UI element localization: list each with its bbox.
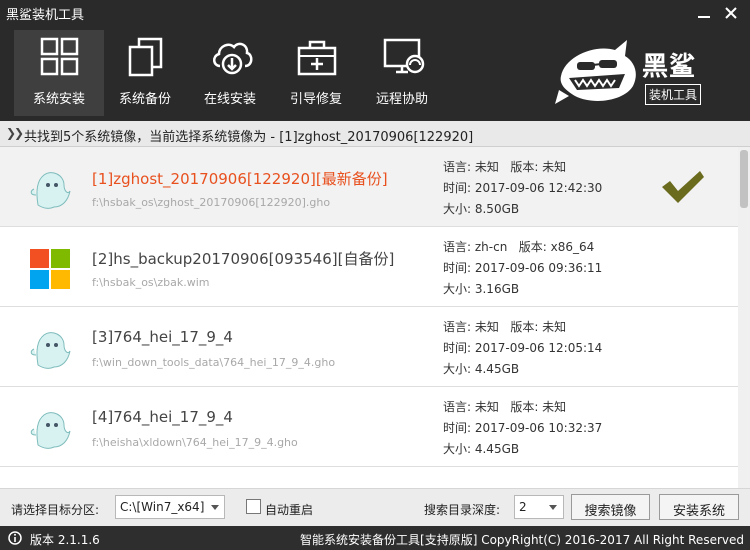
info-text: 共找到5个系统镜像，当前选择系统镜像为 - [1]zghost_20170906… bbox=[24, 130, 474, 145]
ghost-icon bbox=[30, 172, 71, 209]
monitor-headset-icon bbox=[383, 38, 425, 74]
image-name: [2]hs_backup20170906[093546][自备份] bbox=[92, 250, 395, 268]
checkmark-icon bbox=[662, 171, 704, 203]
target-partition-label: 请选择目标分区: bbox=[11, 503, 100, 517]
image-row[interactable]: [4]764_hei_17_9_4 f:\heisha\xldown\764_h… bbox=[0, 387, 738, 467]
list-scrollbar[interactable] bbox=[738, 147, 750, 488]
target-partition-value: C:\[Win7_x64] bbox=[120, 500, 205, 514]
image-size: 大小: 4.45GB bbox=[443, 362, 520, 376]
chevron-down-icon bbox=[549, 505, 557, 510]
header: 黑鲨装机工具 系统安装 系统备份 在线安装 引导修复 远程协助 黑鲨 装机工具 bbox=[0, 0, 750, 121]
chevron-down-icon bbox=[211, 505, 219, 510]
auto-restart-checkbox[interactable] bbox=[246, 499, 261, 514]
tab-remote-assist[interactable]: 远程协助 bbox=[357, 30, 447, 116]
image-path: f:\hsbak_os\zghost_20170906[122920].gho bbox=[92, 196, 331, 209]
image-row[interactable] bbox=[0, 467, 738, 488]
tab-online-install[interactable]: 在线安装 bbox=[185, 30, 275, 116]
image-lang-version: 语言: zh-cn 版本: x86_64 bbox=[443, 240, 595, 254]
toolbox-icon bbox=[297, 40, 337, 76]
brand-logo: 黑鲨 装机工具 bbox=[555, 38, 715, 110]
tab-boot-repair[interactable]: 引导修复 bbox=[271, 30, 361, 116]
status-bar: 版本 2.1.1.6 智能系统安装备份工具[支持原版] CopyRight(C)… bbox=[0, 526, 750, 550]
image-time: 时间: 2017-09-06 12:42:30 bbox=[443, 181, 603, 195]
tab-label: 远程协助 bbox=[375, 92, 428, 107]
windows-tiles-icon bbox=[40, 37, 79, 76]
ghost-icon bbox=[30, 412, 71, 449]
tab-system-install[interactable]: 系统安装 bbox=[14, 30, 104, 116]
copyright-text: 智能系统安装备份工具[支持原版] CopyRight(C) 2016-2017 … bbox=[300, 533, 744, 547]
image-name: [3]764_hei_17_9_4 bbox=[92, 328, 233, 346]
image-path: f:\heisha\xldown\764_hei_17_9_4.gho bbox=[92, 436, 298, 449]
search-depth-value: 2 bbox=[519, 500, 527, 514]
ghost-icon bbox=[30, 332, 71, 369]
image-lang-version: 语言: 未知 版本: 未知 bbox=[443, 400, 567, 414]
version-text: 版本 2.1.1.6 bbox=[30, 533, 100, 547]
minimize-icon[interactable] bbox=[697, 6, 711, 20]
brand-name: 黑鲨 bbox=[642, 52, 697, 82]
tab-label: 系统安装 bbox=[32, 92, 85, 107]
tab-label: 引导修复 bbox=[289, 92, 342, 107]
search-image-button[interactable]: 搜索镜像 bbox=[571, 494, 650, 520]
windows-logo-icon bbox=[30, 249, 70, 289]
info-icon bbox=[8, 531, 22, 545]
install-system-button[interactable]: 安装系统 bbox=[659, 494, 739, 520]
close-icon[interactable] bbox=[724, 6, 738, 20]
image-row[interactable]: [3]764_hei_17_9_4 f:\win_down_tools_data… bbox=[0, 307, 738, 387]
search-depth-select[interactable]: 2 bbox=[514, 495, 564, 519]
image-time: 时间: 2017-09-06 12:05:14 bbox=[443, 341, 603, 355]
tab-system-backup[interactable]: 系统备份 bbox=[100, 30, 190, 116]
scroll-thumb[interactable] bbox=[740, 150, 748, 208]
shark-icon bbox=[555, 40, 636, 104]
image-lang-version: 语言: 未知 版本: 未知 bbox=[443, 160, 567, 174]
search-depth-label: 搜索目录深度: bbox=[424, 503, 501, 517]
image-size: 大小: 3.16GB bbox=[443, 282, 520, 296]
auto-restart-label[interactable]: 自动重启 bbox=[265, 501, 313, 518]
app-title: 黑鲨装机工具 bbox=[6, 8, 85, 23]
image-time: 时间: 2017-09-06 09:36:11 bbox=[443, 261, 603, 275]
image-size: 大小: 4.45GB bbox=[443, 442, 520, 456]
image-list: [1]zghost_20170906[122920][最新备份] f:\hsba… bbox=[0, 147, 738, 488]
image-path: f:\win_down_tools_data\764_hei_17_9_4.gh… bbox=[92, 356, 336, 369]
brand-subtitle: 装机工具 bbox=[645, 84, 702, 105]
double-chevron-icon: ❯❯ bbox=[6, 126, 24, 140]
image-lang-version: 语言: 未知 版本: 未知 bbox=[443, 320, 567, 334]
copy-icon bbox=[128, 37, 163, 77]
image-name: [4]764_hei_17_9_4 bbox=[92, 408, 233, 426]
tab-label: 系统备份 bbox=[118, 92, 171, 107]
image-path: f:\hsbak_os\zbak.wim bbox=[92, 276, 210, 289]
image-time: 时间: 2017-09-06 10:32:37 bbox=[443, 421, 603, 435]
image-row[interactable]: [1]zghost_20170906[122920][最新备份] f:\hsba… bbox=[0, 147, 738, 227]
bottom-bar: 请选择目标分区: C:\[Win7_x64] 自动重启 搜索目录深度: 2 搜索… bbox=[0, 488, 750, 526]
info-bar: ❯❯ 共找到5个系统镜像，当前选择系统镜像为 - [1]zghost_20170… bbox=[0, 121, 750, 147]
cloud-download-icon bbox=[213, 42, 253, 75]
image-size: 大小: 8.50GB bbox=[443, 202, 520, 216]
image-name: [1]zghost_20170906[122920][最新备份] bbox=[92, 170, 388, 188]
tab-label: 在线安装 bbox=[203, 92, 256, 107]
target-partition-select[interactable]: C:\[Win7_x64] bbox=[115, 495, 225, 519]
image-row[interactable]: [2]hs_backup20170906[093546][自备份] f:\hsb… bbox=[0, 227, 738, 307]
